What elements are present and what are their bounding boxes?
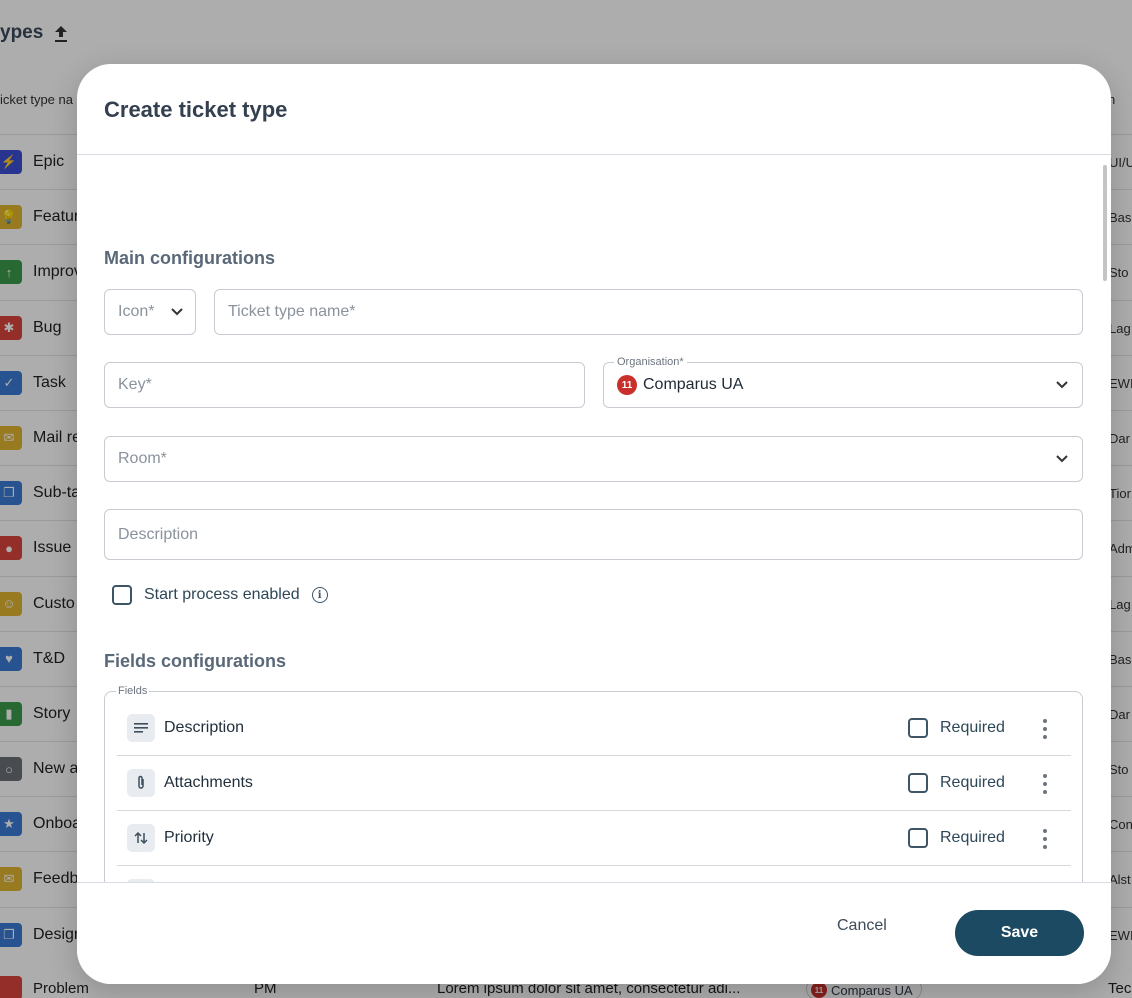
required-checkbox[interactable]: [908, 773, 928, 793]
field-row[interactable]: Description Required: [117, 701, 1071, 756]
required-option[interactable]: Required: [908, 718, 1005, 738]
dialog-title: Create ticket type: [104, 97, 288, 122]
description-placeholder: Description: [118, 525, 199, 543]
chevron-down-icon: [1056, 455, 1068, 463]
required-label: Required: [940, 774, 1005, 791]
organisation-value-text: Comparus UA: [643, 376, 744, 393]
key-input[interactable]: Key*: [104, 362, 585, 408]
chevron-down-icon: [1056, 381, 1068, 389]
icon-select-placeholder: Icon*: [118, 303, 155, 320]
fields-configurations-title: Fields configurations: [104, 651, 287, 671]
main-configurations-title: Main configurations: [104, 248, 275, 268]
room-placeholder: Room*: [118, 450, 167, 467]
more-vertical-icon[interactable]: [1042, 829, 1048, 849]
organisation-label: Organisation*: [614, 356, 687, 368]
required-checkbox[interactable]: [908, 718, 928, 738]
required-option[interactable]: Required: [908, 773, 1005, 793]
field-row[interactable]: StatusRequired: [117, 866, 1071, 882]
field-name: Attachments: [164, 774, 253, 791]
required-checkbox[interactable]: [908, 828, 928, 848]
room-select[interactable]: Room*: [104, 436, 1083, 482]
more-vertical-icon[interactable]: [1042, 719, 1048, 739]
icon-select[interactable]: Icon*: [104, 289, 196, 335]
text-lines-icon: [127, 714, 155, 742]
chevron-down-icon: [171, 308, 183, 316]
sort-arrows-icon: [127, 824, 155, 852]
dialog-footer: Cancel Save: [77, 882, 1111, 984]
dialog-header: Create ticket type: [77, 64, 1111, 155]
required-label: Required: [940, 719, 1005, 736]
scrollbar-thumb[interactable]: [1103, 165, 1107, 281]
cancel-button[interactable]: Cancel: [837, 917, 887, 935]
start-process-checkbox[interactable]: [112, 585, 132, 605]
organisation-value: 11 Comparus UA: [617, 375, 743, 395]
field-row[interactable]: Priority Required: [117, 811, 1071, 866]
paperclip-icon: [127, 769, 155, 797]
description-input[interactable]: Description: [104, 509, 1083, 560]
start-process-option[interactable]: Start process enabled i: [112, 585, 328, 605]
create-ticket-type-dialog: Create ticket type Main configurations I…: [77, 64, 1111, 984]
fields-legend: Fields: [116, 685, 150, 697]
organisation-select[interactable]: Organisation* 11 Comparus UA: [603, 356, 1083, 408]
required-label: Required: [940, 829, 1005, 846]
key-placeholder: Key*: [118, 376, 152, 393]
ticket-type-name-placeholder: Ticket type name*: [228, 303, 356, 320]
field-row[interactable]: Attachments Required: [117, 756, 1071, 811]
field-name: Priority: [164, 829, 214, 846]
save-button[interactable]: Save: [955, 910, 1084, 956]
fields-list: Fields Description Required Attachments Req…: [104, 685, 1083, 882]
more-vertical-icon[interactable]: [1042, 774, 1048, 794]
field-name: Description: [164, 719, 245, 736]
required-option[interactable]: Required: [908, 828, 1005, 848]
start-process-label: Start process enabled: [144, 586, 300, 603]
ticket-type-name-input[interactable]: Ticket type name*: [214, 289, 1083, 335]
organisation-logo-icon: 11: [617, 375, 637, 395]
dialog-body[interactable]: Main configurations Icon* Ticket type na…: [77, 155, 1111, 882]
info-icon[interactable]: i: [311, 587, 328, 603]
